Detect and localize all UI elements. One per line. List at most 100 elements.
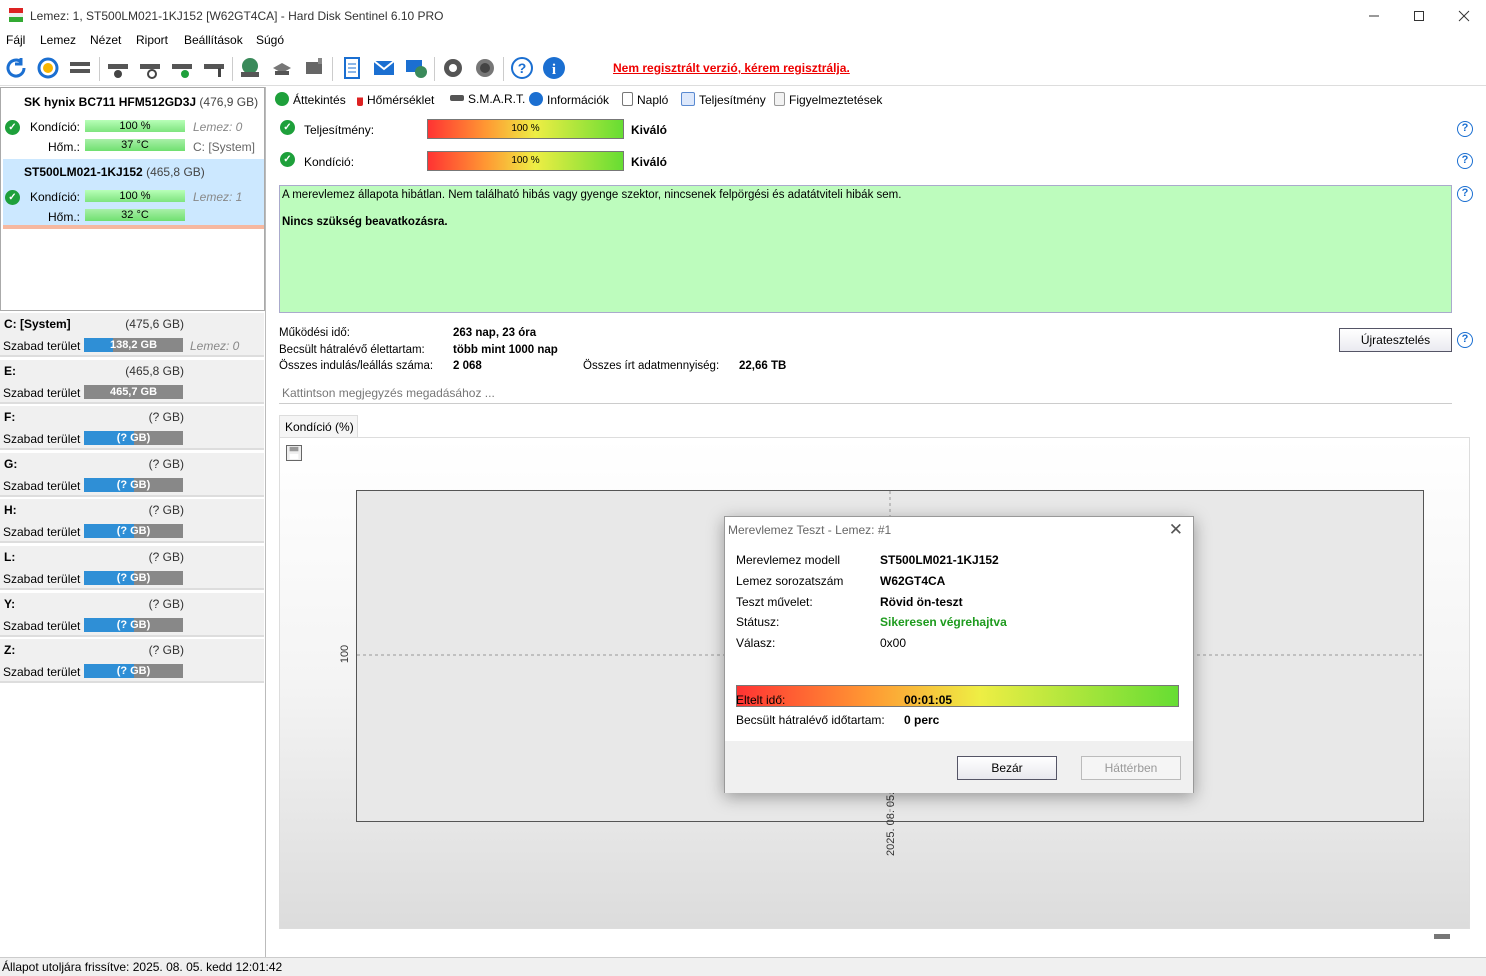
temp-label: Hőm.: [47, 140, 80, 154]
info-icon[interactable]: i [542, 56, 566, 80]
operation-label: Teszt művelet: [736, 595, 813, 609]
gear-icon[interactable] [441, 56, 465, 80]
help-icon[interactable]: ? [1457, 332, 1473, 348]
remaining-value: 0 perc [904, 713, 940, 727]
tab-smart[interactable]: S.M.A.R.T. [450, 92, 525, 106]
menu-report[interactable]: Riport [136, 33, 168, 47]
help-icon[interactable]: ? [1457, 186, 1473, 202]
volume-item[interactable]: E: (465,8 GB) Szabad terület 465,7 GB [0, 359, 264, 404]
volume-item[interactable]: Y: (? GB) Szabad terület (? GB) [0, 592, 264, 637]
volume-item[interactable]: F: (? GB) Szabad terület (? GB) [0, 406, 264, 451]
retest-button[interactable]: Újratesztelés [1339, 328, 1452, 352]
report-icon[interactable] [340, 56, 364, 80]
free-space-label: Szabad terület [3, 525, 81, 540]
ok-check-icon: ✓ [5, 190, 20, 205]
dialog-footer: Bezár Háttérben [725, 741, 1193, 793]
tab-log[interactable]: Napló [622, 92, 668, 107]
sound-icon[interactable] [473, 56, 497, 80]
dialog-body: Merevlemez modell ST500LM021-1KJ152 Leme… [725, 545, 1193, 741]
model-label: Merevlemez modell [736, 553, 841, 567]
document-icon [622, 92, 633, 106]
tab-info[interactable]: Információk [529, 92, 609, 107]
tab-temperature[interactable]: Hőmérséklet [357, 92, 434, 107]
note-field[interactable]: Kattintson megjegyzés megadásához ... [279, 382, 1452, 404]
test-dialog: Merevlemez Teszt - Lemez: #1 ✕ Merevleme… [724, 516, 1194, 793]
free-space-bar: (? GB) [84, 524, 183, 539]
disk-timer-icon[interactable] [138, 56, 162, 80]
help-icon[interactable]: ? [1457, 153, 1473, 169]
performance-row: ✓ Teljesítmény: 100 % Kiváló [279, 117, 1459, 141]
volume-item[interactable]: G: (? GB) Szabad terület (? GB) [0, 452, 264, 497]
uptime-value: 263 nap, 23 óra [453, 327, 537, 339]
volume-size: (? GB) [148, 596, 184, 611]
disk-tool-icon[interactable] [202, 56, 226, 80]
minimize-button[interactable] [1351, 0, 1397, 31]
menu-disk[interactable]: Lemez [40, 33, 76, 47]
refresh-alert-icon[interactable] [36, 56, 60, 80]
dialog-title: Merevlemez Teszt - Lemez: #1 [728, 523, 892, 537]
remaining-label: Becsült hátralévő időtartam: [736, 713, 885, 727]
temp-bar: 37 °C [85, 139, 185, 151]
toolbar-separator [332, 57, 333, 81]
close-button[interactable] [1441, 0, 1486, 31]
chart-x-tick: 2025. 08. 05. [885, 791, 897, 856]
free-space-label: Szabad terület [3, 618, 81, 633]
tab-overview[interactable]: Áttekintés [275, 92, 346, 107]
volume-size: (? GB) [148, 456, 184, 471]
close-dialog-button[interactable]: Bezár [957, 756, 1057, 780]
disk-card[interactable]: SK hynix BC711 HFM512GD3J (476,9 GB) ✓ K… [3, 88, 264, 158]
title-bar: Lemez: 1, ST500LM021-1KJ152 [W62GT4CA] -… [0, 0, 1486, 31]
disk-name: SK hynix BC711 HFM512GD3J (476,9 GB) [24, 95, 259, 109]
disk-card-selected[interactable]: ST500LM021-1KJ152 (465,8 GB) ✓ Kondíció:… [3, 159, 264, 229]
external-disk-icon[interactable] [270, 56, 294, 80]
dialog-close-icon[interactable]: ✕ [1169, 520, 1183, 540]
volume-item[interactable]: H: (? GB) Szabad terület (? GB) [0, 499, 264, 544]
chart-tab-condition[interactable]: Kondíció (%) [279, 415, 358, 437]
alert-doc-icon [774, 92, 785, 106]
chart-scroll-handle[interactable] [1434, 934, 1450, 939]
tab-performance[interactable]: Teljesítmény [681, 92, 766, 107]
volume-name: C: [System] [4, 317, 71, 331]
background-button[interactable]: Háttérben [1081, 756, 1181, 780]
help-icon[interactable]: ? [1457, 121, 1473, 137]
web-report-icon[interactable] [404, 56, 428, 80]
network-disk-icon[interactable] [238, 56, 262, 80]
volume-item[interactable]: Z: (? GB) Szabad terület (? GB) [0, 639, 264, 684]
ok-check-icon: ✓ [280, 120, 295, 135]
status-action: Nincs szükség beavatkozásra. [282, 216, 448, 228]
disk-info-icon[interactable] [106, 56, 130, 80]
refresh-icon[interactable] [4, 56, 28, 80]
condition-rating: Kiváló [631, 155, 668, 169]
health-bar: 100 % [85, 190, 185, 202]
maximize-icon [1414, 10, 1424, 21]
chart-icon [681, 92, 695, 106]
menu-help[interactable]: Súgó [256, 33, 284, 47]
elapsed-value: 00:01:05 [904, 693, 953, 707]
volume-item[interactable]: C: [System] (475,6 GB) Szabad terület 138,2… [0, 313, 264, 357]
menu-file[interactable]: Fájl [6, 33, 25, 47]
volume-name: Y: [4, 596, 16, 611]
lifetime-value: több mint 1000 nap [453, 344, 558, 356]
usb-disk-icon[interactable] [302, 56, 326, 80]
save-icon[interactable] [286, 445, 302, 461]
starts-label: Összes indulás/leállás száma: [279, 360, 434, 372]
performance-bar: 100 % [427, 119, 624, 139]
chart-y-tick: 100 [339, 644, 352, 664]
help-icon[interactable]: ? [510, 56, 534, 80]
disk-icon [450, 95, 464, 101]
disk-name: ST500LM021-1KJ152 (465,8 GB) [24, 165, 205, 179]
menu-settings[interactable]: Beállítások [184, 33, 243, 47]
disk-ok-icon[interactable] [170, 56, 194, 80]
tab-alerts[interactable]: Figyelmeztetések [774, 92, 882, 107]
volume-item[interactable]: L: (? GB) Szabad terület (? GB) [0, 546, 264, 590]
disk-number: Lemez: 0 [193, 120, 243, 134]
menu-view[interactable]: Nézet [90, 33, 121, 47]
register-link[interactable]: Nem regisztrált verzió, kérem regisztrál… [613, 61, 850, 75]
disk-list-icon[interactable] [68, 56, 92, 80]
email-icon[interactable] [372, 56, 396, 80]
maximize-button[interactable] [1396, 0, 1442, 31]
volume-name: Z: [4, 643, 16, 658]
ok-check-icon: ✓ [5, 120, 20, 135]
condition-bar: 100 % [427, 151, 624, 171]
status-label: Státusz: [736, 615, 780, 629]
